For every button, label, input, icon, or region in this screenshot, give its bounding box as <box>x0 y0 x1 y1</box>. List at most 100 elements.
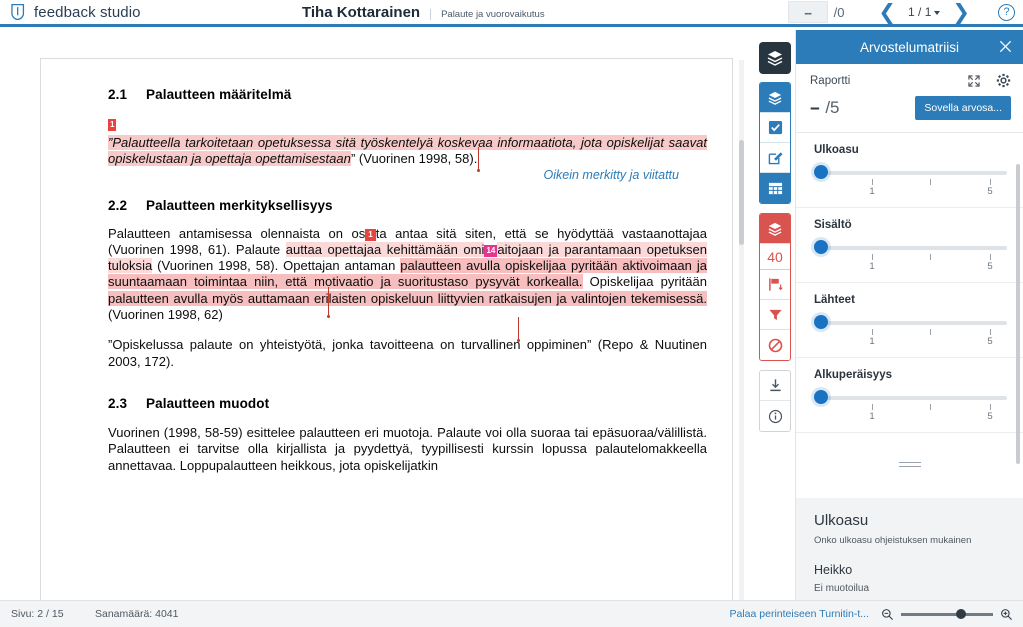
info-icon <box>768 409 782 423</box>
zoom-slider-track[interactable] <box>901 609 993 619</box>
criterion-description-pane: Ulkoasu Onko ulkoasu ohjeistuksen mukain… <box>796 498 1023 600</box>
zoom-out-icon[interactable] <box>881 608 894 621</box>
criterion-slider[interactable]: 1 5 <box>814 165 1010 198</box>
similarity-score[interactable]: 40 <box>760 244 790 270</box>
scrollbar-thumb[interactable] <box>739 140 744 245</box>
slider-tick <box>930 329 931 335</box>
inline-annotation-comment[interactable]: Oikein merkitty ja viitattu <box>108 168 679 182</box>
tool-similarity-button[interactable] <box>760 214 790 244</box>
section-heading-2-2: 2.2 Palautteen merkityksellisyys <box>108 198 707 213</box>
slider-handle[interactable] <box>814 240 828 254</box>
slider-min-label: 1 <box>869 336 875 347</box>
highlight-run[interactable]: auttaa opettajaa kehittämään omi <box>285 241 485 257</box>
slider-tick <box>930 254 931 260</box>
annotation-anchor-dot <box>477 169 480 172</box>
slider-tick <box>930 404 931 410</box>
slider-track[interactable] <box>817 171 1007 175</box>
tool-rubric-button[interactable] <box>760 173 790 203</box>
status-bar: Sivu: 2 / 15 Sanamäärä: 4041 Palaa perin… <box>0 600 1023 627</box>
tool-exclude-button[interactable] <box>760 330 790 360</box>
zoom-slider-handle[interactable] <box>956 609 966 619</box>
annotation-anchor-line <box>478 147 479 169</box>
section-title: Palautteen merkityksellisyys <box>146 197 333 213</box>
body-paragraph-2-2: Palautteen antamisessa olennaista on os 1… <box>108 226 707 324</box>
criterion-row: Alkuperäisyys 1 5 <box>796 358 1023 433</box>
slider-handle[interactable] <box>814 165 828 179</box>
criterion-row: Lähteet 1 5 <box>796 283 1023 358</box>
slider-tick <box>990 404 991 410</box>
legacy-turnitin-link[interactable]: Palaa perinteiseen Turnitin-t... <box>730 608 870 620</box>
slider-track[interactable] <box>817 321 1007 325</box>
apply-grade-button[interactable]: Sovella arvosa... <box>915 96 1011 120</box>
document-scrollbar[interactable] <box>739 60 744 600</box>
slider-min-label: 1 <box>869 411 875 422</box>
student-name: Tiha Kottarainen <box>302 3 421 21</box>
tool-quickmarks-button[interactable] <box>760 113 790 143</box>
help-icon[interactable]: ? <box>998 3 1015 21</box>
slider-max-label: 5 <box>987 336 993 347</box>
prev-paper-button[interactable]: ❮ <box>866 2 908 23</box>
grade-input[interactable]: -- <box>787 1 828 23</box>
footer-controls: Palaa perinteiseen Turnitin-t... <box>730 608 1023 621</box>
text-run: Opiskelijaa pyritään <box>582 274 707 290</box>
paper-page: 2.1 Palautteen määritelmä 1 ”Palautteella… <box>40 58 733 600</box>
criterion-slider[interactable]: 1 5 <box>814 315 1010 348</box>
slider-min-label: 1 <box>869 186 875 197</box>
report-label: Raportti <box>810 74 851 87</box>
criterion-name: Alkuperäisyys <box>814 369 892 381</box>
criterion-slider[interactable]: 1 5 <box>814 390 1010 423</box>
rubric-panel-header: Arvostelumatriisi <box>796 30 1023 64</box>
annotation-marker-1[interactable]: 1 <box>108 119 117 131</box>
section-title: Palautteen määritelmä <box>146 87 292 102</box>
paper-position[interactable]: 1 / 1 <box>908 5 941 19</box>
text-run: Palautteen antamisessa olennaista on os <box>108 225 366 241</box>
layers-panel-toggle[interactable] <box>759 42 791 74</box>
rubric-score-row: -- /5 Sovella arvosa... <box>796 92 1023 133</box>
edit-pencil-icon <box>768 152 783 165</box>
panel-resize-handle[interactable] <box>898 462 921 469</box>
checkbox-icon <box>768 120 782 135</box>
word-count: Sanamäärä: 4041 <box>95 608 179 620</box>
rubric-grid-icon <box>768 182 782 194</box>
quoted-paragraph: ”Palautteella tarkoitetaan opetuksessa s… <box>108 135 707 168</box>
zoom-in-icon[interactable] <box>1000 608 1013 621</box>
slider-handle[interactable] <box>814 315 828 329</box>
page-indicator: Sivu: 2 / 15 <box>11 608 64 620</box>
criteria-list: Ulkoasu 1 5 Sisältö 1 5 Lähteet 1 5 Alku… <box>796 133 1023 435</box>
rubric-panel: Arvostelumatriisi Raportti -- /5 Sovella… <box>795 30 1023 600</box>
next-paper-button[interactable]: ❯ <box>940 2 982 23</box>
header-controls: -- /0 ❮ 1 / 1 ❯ ? <box>787 1 1023 23</box>
annotation-marker-14[interactable]: 14 <box>484 244 498 257</box>
slider-handle[interactable] <box>814 390 828 404</box>
tool-download-button[interactable] <box>760 371 790 401</box>
zoom-control[interactable] <box>881 608 1013 621</box>
grade-total: /0 <box>833 4 845 20</box>
slider-track[interactable] <box>817 396 1007 400</box>
tool-matches-button[interactable] <box>760 270 790 300</box>
close-icon[interactable] <box>998 39 1013 54</box>
slider-max-label: 5 <box>987 186 993 197</box>
annotation-anchor-line <box>328 287 329 315</box>
slider-track[interactable] <box>817 246 1007 250</box>
slider-tick <box>872 329 873 335</box>
quote-citation: ” (Vuorinen 1998, 58). <box>350 151 478 167</box>
layers-icon <box>767 51 783 66</box>
tool-filter-button[interactable] <box>760 300 790 330</box>
criterion-row: Sisältö 1 5 <box>796 208 1023 283</box>
highlight-run[interactable]: palautteen avulla myös auttamaan erilais… <box>108 290 707 306</box>
description-subtitle: Onko ulkoasu ohjeistuksen mukainen <box>814 535 972 546</box>
tool-info-button[interactable] <box>760 401 790 431</box>
scrollbar-thumb[interactable] <box>1016 164 1020 464</box>
criterion-slider[interactable]: 1 5 <box>814 240 1010 273</box>
annotation-anchor-line <box>518 317 519 339</box>
panel-scrollbar[interactable] <box>1016 74 1020 594</box>
gear-icon[interactable] <box>996 73 1011 88</box>
description-level-name: Heikko <box>814 563 853 577</box>
brand: feedback studio <box>0 3 280 21</box>
annotation-marker-inline-1[interactable]: 1 <box>365 228 376 241</box>
report-row: Raportti <box>796 64 1023 92</box>
tool-layers-button[interactable] <box>760 83 790 113</box>
slider-tick <box>990 254 991 260</box>
expand-arrows-icon[interactable] <box>967 74 981 88</box>
tool-comment-button[interactable] <box>760 143 790 173</box>
